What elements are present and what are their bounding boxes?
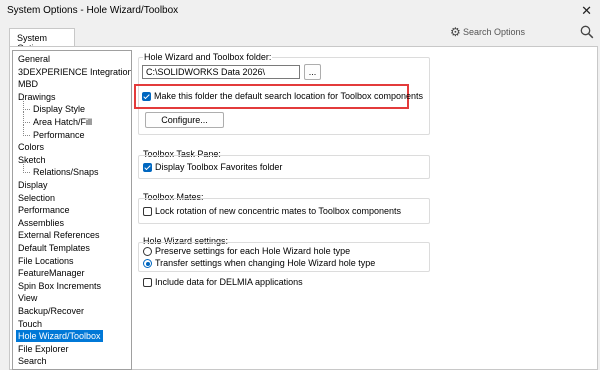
tree-connector [23,111,30,123]
close-icon[interactable]: ✕ [581,3,592,19]
search-box[interactable]: ⚙ [446,24,596,42]
tree-item[interactable]: Search [16,355,49,367]
tree-item[interactable]: View [16,292,39,304]
tree-item[interactable]: File Explorer [16,343,71,355]
tree-connector [23,98,30,111]
search-icon[interactable] [580,25,594,39]
preserve-settings-label: Preserve settings for each Hole Wizard h… [155,246,351,256]
configure-button[interactable]: Configure... [145,112,224,128]
title-bar: System Options - Hole Wizard/Toolbox ✕ [0,0,600,22]
folder-group-label: Hole Wizard and Toolbox folder: [143,52,273,62]
tree-item[interactable]: Hole Wizard/Toolbox [16,330,103,343]
tree-item[interactable]: Colors [16,141,46,153]
tree-item[interactable]: Default Templates [16,242,92,254]
tree-item[interactable]: Selection [16,192,57,204]
tree-item[interactable]: 3DEXPERIENCE Integration [16,66,131,78]
tree-item[interactable]: Performance [16,204,72,216]
preserve-settings-radio[interactable] [143,247,152,256]
tree-item[interactable]: Display Style [31,103,87,115]
window-title: System Options - Hole Wizard/Toolbox [7,5,179,16]
default-search-label: Make this folder the default search loca… [154,91,423,101]
lock-rotation-label: Lock rotation of new concentric mates to… [155,206,401,216]
tree-connector [23,161,30,174]
gear-icon: ⚙ [450,25,461,39]
delmia-label: Include data for DELMIA applications [155,277,303,287]
tree-item[interactable]: Area Hatch/Fill [31,116,94,128]
tree-item[interactable]: Performance [31,129,87,141]
browse-button[interactable]: ... [304,64,321,80]
transfer-settings-radio[interactable] [143,259,152,268]
options-tree[interactable]: General 3DEXPERIENCE Integration MBD Drawin… [12,50,132,370]
tree-item[interactable]: Sketch [16,154,48,166]
tree-item[interactable]: FeatureManager [16,267,87,279]
tree-item[interactable]: Assemblies [16,217,66,229]
folder-path-field[interactable] [142,65,300,79]
tree-item[interactable]: File Locations [16,255,76,267]
tree-item[interactable]: MBD [16,78,40,90]
tree-item[interactable]: General [16,53,52,65]
tree-item[interactable]: Relations/Snaps [31,166,101,178]
tree-item[interactable]: Spin Box Increments [16,280,103,292]
tree-item[interactable]: Backup/Recover [16,305,86,317]
delmia-checkbox[interactable] [143,278,152,287]
tree-item[interactable]: Display [16,179,50,191]
favorites-folder-checkbox[interactable] [143,163,152,172]
tree-item[interactable]: External References [16,229,102,241]
tree-connector [23,123,30,136]
lock-rotation-checkbox[interactable] [143,207,152,216]
search-input[interactable] [463,25,571,39]
favorites-folder-label: Display Toolbox Favorites folder [155,162,283,172]
default-search-checkbox[interactable] [142,92,151,101]
transfer-settings-label: Transfer settings when changing Hole Wiz… [155,258,376,268]
tab-system-options[interactable]: System Options [9,28,75,53]
tree-item[interactable]: Touch [16,318,44,330]
